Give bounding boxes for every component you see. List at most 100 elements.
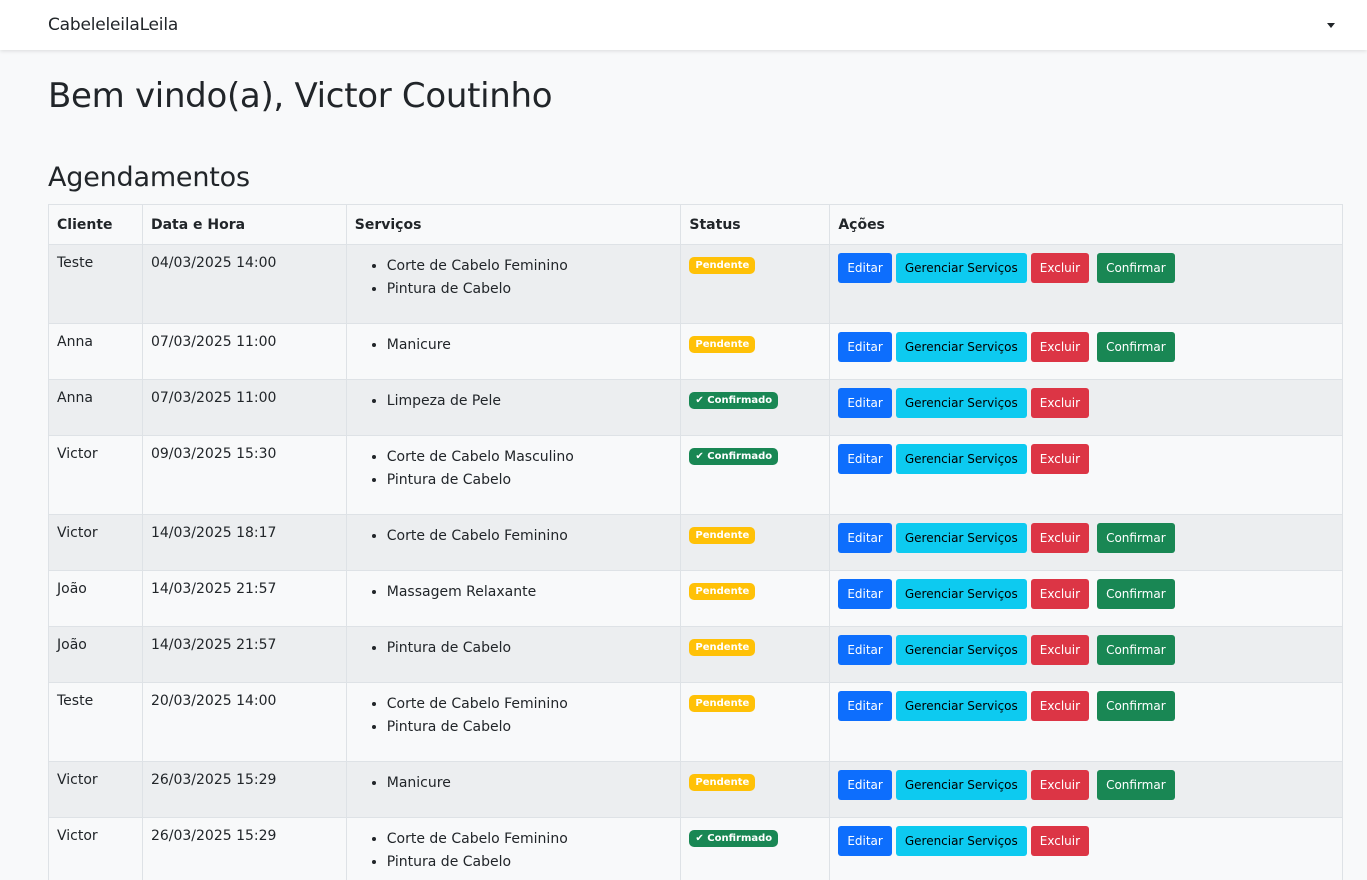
delete-button[interactable]: Excluir <box>1030 579 1090 609</box>
chevron-down-icon <box>1327 22 1335 28</box>
table-row: Victor26/03/2025 15:29Corte de Cabelo Fe… <box>48 817 1343 880</box>
status-badge: ✔ Confirmado <box>689 448 779 465</box>
cell-actions: Editar Gerenciar Serviços Excluir Confirmar <box>829 323 1343 380</box>
service-item: Massagem Relaxante <box>387 581 673 604</box>
service-item: Corte de Cabelo Feminino <box>387 255 673 278</box>
cell-status: ✔ Confirmado <box>680 379 831 436</box>
status-badge: Pendente <box>689 336 756 353</box>
appointments-table: Cliente Data e Hora Serviços Status Açõe… <box>48 204 1343 880</box>
delete-button[interactable]: Excluir <box>1030 770 1090 800</box>
status-badge: Pendente <box>689 774 756 791</box>
cell-datetime: 20/03/2025 14:00 <box>141 682 347 762</box>
cell-status: Pendente <box>680 244 831 324</box>
action-buttons: Editar Gerenciar Serviços Excluir Confirmar <box>838 770 1334 800</box>
manage-services-button[interactable]: Gerenciar Serviços <box>895 523 1027 553</box>
confirm-button[interactable]: Confirmar <box>1097 253 1175 283</box>
table-row: Victor09/03/2025 15:30Corte de Cabelo Ma… <box>48 435 1343 515</box>
cell-actions: Editar Gerenciar Serviços Excluir <box>829 435 1343 515</box>
manage-services-button[interactable]: Gerenciar Serviços <box>895 388 1027 418</box>
delete-button[interactable]: Excluir <box>1030 691 1090 721</box>
page-title: Bem vindo(a), Victor Coutinho <box>48 76 553 116</box>
cell-actions: Editar Gerenciar Serviços Excluir Confirmar <box>829 514 1343 571</box>
delete-button[interactable]: Excluir <box>1030 635 1090 665</box>
cell-datetime: 14/03/2025 21:57 <box>141 570 347 627</box>
delete-button[interactable]: Excluir <box>1030 444 1090 474</box>
cell-client: João <box>48 570 143 627</box>
edit-button[interactable]: Editar <box>838 523 892 553</box>
main-content: Bem vindo(a), Victor Coutinho Agendament… <box>0 76 1367 880</box>
confirm-button[interactable]: Confirmar <box>1097 691 1175 721</box>
edit-button[interactable]: Editar <box>838 826 892 856</box>
action-buttons: Editar Gerenciar Serviços Excluir Confirmar <box>838 635 1334 665</box>
manage-services-button[interactable]: Gerenciar Serviços <box>895 826 1027 856</box>
dropdown-toggle[interactable] <box>1321 15 1341 35</box>
cell-actions: Editar Gerenciar Serviços Excluir Confirmar <box>829 244 1343 324</box>
delete-button[interactable]: Excluir <box>1030 826 1090 856</box>
confirm-button[interactable]: Confirmar <box>1097 332 1175 362</box>
header-status: Status <box>680 204 831 245</box>
cell-datetime: 09/03/2025 15:30 <box>141 435 347 515</box>
action-buttons: Editar Gerenciar Serviços Excluir Confirmar <box>838 253 1334 283</box>
cell-status: Pendente <box>680 682 831 762</box>
cell-client: Victor <box>48 817 143 880</box>
edit-button[interactable]: Editar <box>838 332 892 362</box>
confirm-button[interactable]: Confirmar <box>1097 635 1175 665</box>
manage-services-button[interactable]: Gerenciar Serviços <box>895 579 1027 609</box>
service-item: Corte de Cabelo Feminino <box>387 828 673 851</box>
manage-services-button[interactable]: Gerenciar Serviços <box>895 691 1027 721</box>
services-list: Corte de Cabelo FemininoPintura de Cabel… <box>355 693 673 739</box>
cell-datetime: 14/03/2025 18:17 <box>141 514 347 571</box>
brand-link[interactable]: CabeleleilaLeila <box>48 15 178 35</box>
cell-services: Corte de Cabelo FemininoPintura de Cabel… <box>345 682 682 762</box>
cell-client: Anna <box>48 379 143 436</box>
status-badge: ✔ Confirmado <box>689 392 779 409</box>
service-item: Limpeza de Pele <box>387 390 673 413</box>
edit-button[interactable]: Editar <box>838 388 892 418</box>
cell-status: Pendente <box>680 514 831 571</box>
cell-services: Massagem Relaxante <box>345 570 682 627</box>
manage-services-button[interactable]: Gerenciar Serviços <box>895 770 1027 800</box>
services-list: Limpeza de Pele <box>355 390 673 413</box>
service-item: Pintura de Cabelo <box>387 469 673 492</box>
action-buttons: Editar Gerenciar Serviços Excluir Confirmar <box>838 332 1334 362</box>
cell-datetime: 14/03/2025 21:57 <box>141 626 347 683</box>
status-badge: Pendente <box>689 527 756 544</box>
delete-button[interactable]: Excluir <box>1030 253 1090 283</box>
cell-actions: Editar Gerenciar Serviços Excluir <box>829 817 1343 880</box>
edit-button[interactable]: Editar <box>838 635 892 665</box>
header-client: Cliente <box>48 204 143 245</box>
edit-button[interactable]: Editar <box>838 770 892 800</box>
services-list: Corte de Cabelo FemininoPintura de Cabel… <box>355 255 673 301</box>
delete-button[interactable]: Excluir <box>1030 523 1090 553</box>
delete-button[interactable]: Excluir <box>1030 332 1090 362</box>
confirm-button[interactable]: Confirmar <box>1097 579 1175 609</box>
edit-button[interactable]: Editar <box>838 444 892 474</box>
header-datetime: Data e Hora <box>141 204 347 245</box>
cell-datetime: 26/03/2025 15:29 <box>141 761 347 818</box>
services-list: Manicure <box>355 334 673 357</box>
manage-services-button[interactable]: Gerenciar Serviços <box>895 332 1027 362</box>
section-title: Agendamentos <box>48 162 250 193</box>
services-list: Pintura de Cabelo <box>355 637 673 660</box>
service-item: Pintura de Cabelo <box>387 716 673 739</box>
status-badge: Pendente <box>689 695 756 712</box>
service-item: Corte de Cabelo Feminino <box>387 525 673 548</box>
services-list: Manicure <box>355 772 673 795</box>
manage-services-button[interactable]: Gerenciar Serviços <box>895 253 1027 283</box>
header-services: Serviços <box>345 204 682 245</box>
edit-button[interactable]: Editar <box>838 691 892 721</box>
confirm-button[interactable]: Confirmar <box>1097 770 1175 800</box>
confirm-button[interactable]: Confirmar <box>1097 523 1175 553</box>
cell-status: Pendente <box>680 323 831 380</box>
manage-services-button[interactable]: Gerenciar Serviços <box>895 444 1027 474</box>
cell-actions: Editar Gerenciar Serviços Excluir Confirmar <box>829 570 1343 627</box>
table-header-row: Cliente Data e Hora Serviços Status Açõe… <box>48 204 1343 245</box>
cell-actions: Editar Gerenciar Serviços Excluir Confirmar <box>829 626 1343 683</box>
edit-button[interactable]: Editar <box>838 579 892 609</box>
cell-client: João <box>48 626 143 683</box>
edit-button[interactable]: Editar <box>838 253 892 283</box>
manage-services-button[interactable]: Gerenciar Serviços <box>895 635 1027 665</box>
cell-datetime: 07/03/2025 11:00 <box>141 379 347 436</box>
action-buttons: Editar Gerenciar Serviços Excluir Confirmar <box>838 523 1334 553</box>
delete-button[interactable]: Excluir <box>1030 388 1090 418</box>
